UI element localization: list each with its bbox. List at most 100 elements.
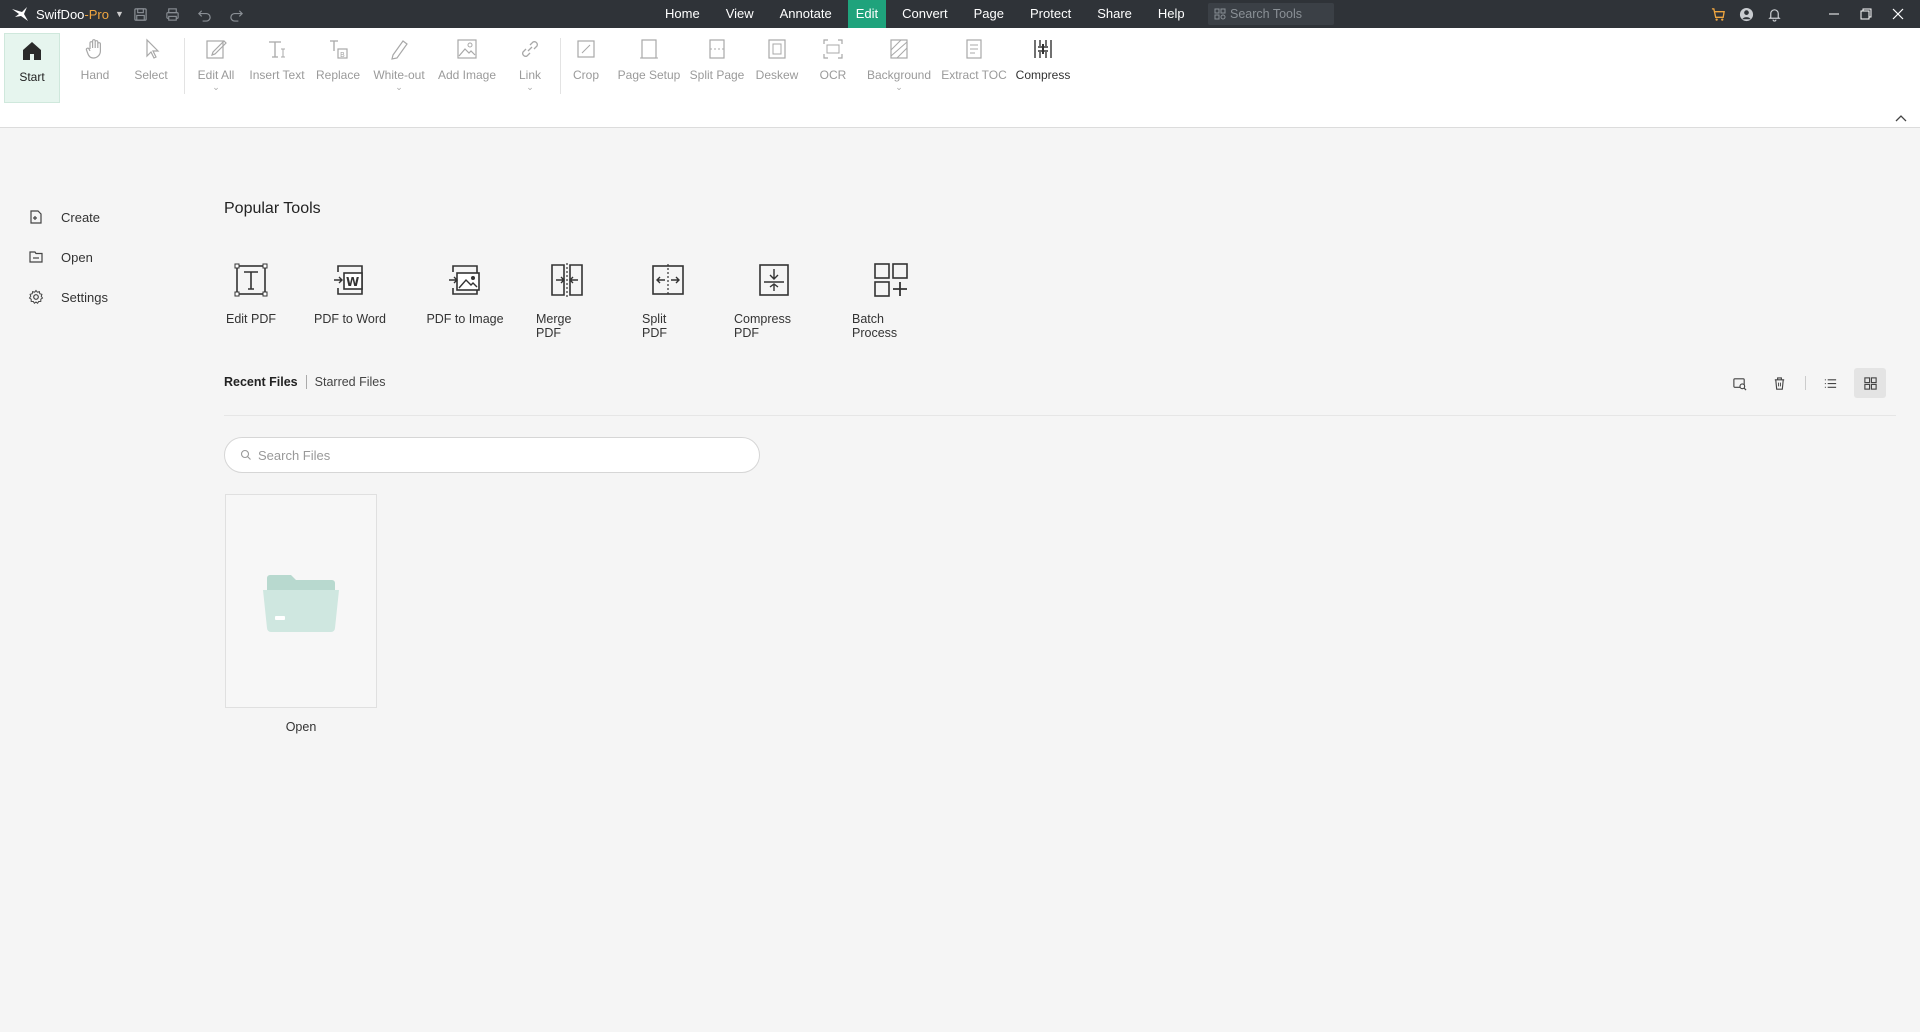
close-button[interactable]: [1882, 0, 1914, 28]
ribbon-hand-button[interactable]: Hand: [75, 32, 115, 102]
save-button[interactable]: [124, 0, 156, 28]
search-tools-placeholder: Search Tools: [1230, 7, 1303, 21]
extract-toc-icon: [966, 39, 982, 59]
undo-button[interactable]: [188, 0, 220, 28]
menu-share[interactable]: Share: [1087, 0, 1142, 28]
tool-compress-pdf[interactable]: Compress PDF: [734, 260, 814, 340]
tool-merge-pdf[interactable]: Merge PDF: [536, 260, 598, 340]
ribbon-link-button[interactable]: Link ⌄: [510, 32, 550, 102]
add-image-icon: [457, 39, 477, 59]
clean-invalid-files-button[interactable]: [1723, 368, 1755, 398]
ribbon-add-image-button[interactable]: Add Image: [437, 32, 497, 102]
ribbon-crop-label: Crop: [572, 68, 599, 82]
ribbon-compress-button[interactable]: Compress: [1014, 32, 1072, 102]
grid-view-button[interactable]: [1854, 368, 1886, 398]
ribbon-hand-label: Hand: [80, 68, 110, 82]
tool-edit-pdf-label: Edit PDF: [225, 312, 276, 326]
main-menu: Home View Annotate Edit Convert Page Pro…: [655, 0, 1201, 28]
actions-separator: [1805, 376, 1806, 390]
crop-icon: [577, 40, 595, 58]
compress-pdf-icon: [759, 264, 789, 296]
cursor-icon: [146, 38, 160, 59]
notifications-button[interactable]: [1760, 0, 1788, 28]
tool-pdf-to-image[interactable]: PDF to Image: [424, 260, 506, 340]
ribbon-insert-text-button[interactable]: Insert Text: [249, 32, 305, 102]
ribbon-start-label: Start: [19, 70, 45, 84]
open-file-card[interactable]: [225, 494, 377, 708]
ribbon-extract-toc-button[interactable]: Extract TOC: [940, 32, 1008, 102]
tool-pdf-to-image-label: PDF to Image: [426, 312, 504, 326]
ribbon-crop-button[interactable]: Crop: [566, 32, 606, 102]
tool-batch-process[interactable]: Batch Process: [852, 260, 930, 340]
menu-page[interactable]: Page: [964, 0, 1014, 28]
search-files-input[interactable]: Search Files: [224, 437, 760, 473]
chevron-down-icon: ▼: [114, 9, 124, 19]
clear-recent-button[interactable]: [1763, 368, 1795, 398]
app-name: SwifDoo: [36, 6, 85, 22]
ribbon-deskew-button[interactable]: Deskew: [754, 32, 800, 102]
ribbon-split-page-button[interactable]: Split Page: [688, 32, 746, 102]
ribbon-background-button[interactable]: Background ⌄: [862, 32, 936, 102]
tab-starred-files[interactable]: Starred Files: [315, 375, 386, 389]
tab-recent-files[interactable]: Recent Files: [224, 375, 298, 389]
ribbon-compress-label: Compress: [1015, 68, 1071, 82]
ocr-icon: [823, 39, 843, 59]
pdf-to-word-icon: W: [334, 265, 363, 295]
ribbon-select-label: Select: [134, 68, 168, 82]
ribbon-link-label: Link: [518, 68, 541, 82]
account-button[interactable]: [1732, 0, 1760, 28]
ribbon-replace-button[interactable]: B Replace: [316, 32, 360, 102]
open-file-card-label: Open: [285, 720, 317, 734]
ribbon-edit-all-label: Edit All: [197, 68, 235, 82]
ribbon-deskew-label: Deskew: [755, 68, 799, 82]
print-button[interactable]: [156, 0, 188, 28]
svg-text:W: W: [346, 275, 359, 289]
menu-edit[interactable]: Edit: [847, 0, 887, 28]
minimize-button[interactable]: [1818, 0, 1850, 28]
ribbon-page-setup-button[interactable]: Page Setup: [617, 32, 681, 102]
ribbon-start-button[interactable]: Start: [4, 33, 60, 103]
background-icon: [890, 39, 908, 59]
cart-icon: [1711, 7, 1725, 21]
edit-ribbon: Start Hand Select Edit All ⌄ Insert Text…: [0, 28, 1920, 128]
ribbon-separator: [560, 38, 561, 94]
store-button[interactable]: [1704, 0, 1732, 28]
quick-access-toolbar: [124, 0, 252, 28]
app-edition: -Pro: [84, 6, 109, 22]
nav-settings-label: Settings: [61, 289, 108, 305]
tool-pdf-to-word-label: PDF to Word: [313, 312, 386, 326]
edit-pdf-icon: [234, 263, 268, 297]
nav-settings[interactable]: Settings: [28, 277, 108, 317]
menu-convert[interactable]: Convert: [892, 0, 958, 28]
menu-annotate[interactable]: Annotate: [770, 0, 842, 28]
nav-open[interactable]: Open: [28, 237, 108, 277]
ribbon-edit-all-button[interactable]: Edit All ⌄: [195, 32, 237, 102]
ribbon-select-button[interactable]: Select: [131, 32, 171, 102]
tool-pdf-to-word[interactable]: W PDF to Word: [312, 260, 388, 340]
collapse-ribbon-icon[interactable]: [1894, 112, 1908, 124]
list-view-button[interactable]: [1814, 368, 1846, 398]
replace-icon: B: [330, 40, 348, 59]
tool-split-pdf-label: Split PDF: [642, 312, 667, 340]
redo-button[interactable]: [220, 0, 252, 28]
create-icon: [30, 210, 42, 224]
tool-edit-pdf[interactable]: Edit PDF: [224, 260, 278, 340]
restore-icon: [1860, 8, 1872, 20]
white-out-icon: [391, 40, 408, 60]
app-brand-menu[interactable]: SwifDoo -Pro ▼: [0, 4, 124, 24]
search-tools-input[interactable]: Search Tools: [1208, 3, 1334, 25]
ribbon-white-out-button[interactable]: White-out ⌄: [370, 32, 428, 102]
menu-protect[interactable]: Protect: [1020, 0, 1081, 28]
menu-home[interactable]: Home: [655, 0, 710, 28]
swift-bird-icon: [12, 7, 28, 21]
ribbon-ocr-button[interactable]: OCR: [813, 32, 853, 102]
menu-view[interactable]: View: [716, 0, 764, 28]
menu-help[interactable]: Help: [1148, 0, 1195, 28]
start-left-nav: Create Open Settings: [28, 197, 108, 317]
nav-create[interactable]: Create: [28, 197, 108, 237]
tool-split-pdf[interactable]: Split PDF: [642, 260, 694, 340]
restore-button[interactable]: [1850, 0, 1882, 28]
ribbon-page-setup-label: Page Setup: [617, 68, 681, 82]
nav-open-label: Open: [61, 249, 93, 265]
section-divider: [224, 415, 1896, 416]
